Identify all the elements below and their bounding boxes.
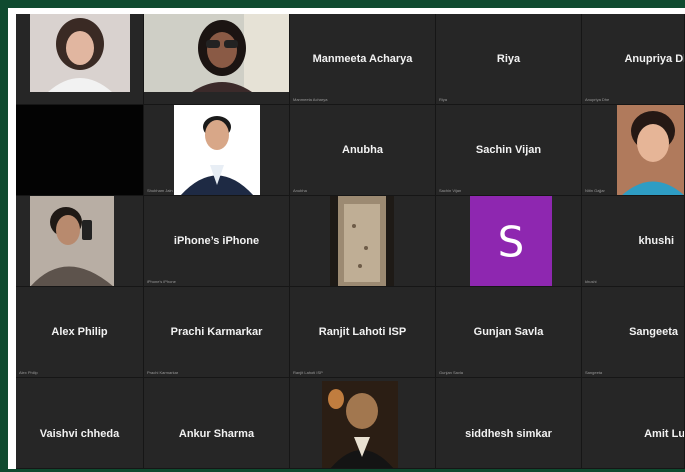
- participant-tag: Sachin Vijan: [439, 188, 462, 193]
- avatar-letter: S: [497, 217, 525, 266]
- participant-name: Sachin Vijan: [475, 144, 542, 156]
- participant-tile[interactable]: Ankur Sharma: [144, 378, 290, 469]
- participant-tile[interactable]: Nitin Gajjar: [582, 105, 685, 196]
- participant-name: Manmeeta Acharya: [312, 53, 413, 65]
- participant-tile[interactable]: Riya Riya: [436, 14, 582, 105]
- participant-name: siddhesh simkar: [465, 427, 552, 440]
- participant-name: Ankur Sharma: [178, 427, 255, 440]
- participant-tile[interactable]: Sachin Vijan Sachin Vijan: [436, 105, 582, 196]
- participant-tile[interactable]: Anubha Anubha: [290, 105, 436, 196]
- participant-tag: Nitin Gajjar: [585, 188, 605, 193]
- participant-tile[interactable]: [290, 196, 436, 287]
- participant-tag: Ranjit Lahoti ISP: [293, 370, 323, 375]
- participant-tile[interactable]: Ranjit Lahoti ISP Ranjit Lahoti ISP: [290, 287, 436, 378]
- participant-name: khushi: [638, 235, 674, 247]
- participant-tile[interactable]: Vaishvi chheda: [16, 378, 144, 469]
- participant-name: Vaishvi chheda: [39, 427, 120, 440]
- participant-name: iPhone’s iPhone: [173, 235, 260, 247]
- participant-tile[interactable]: Anupriya Dhe Anupriya Dhe: [582, 14, 685, 105]
- participant-tag: khushi: [585, 279, 597, 284]
- participant-name: Sangeeta: [629, 326, 678, 338]
- participant-tag: Riya: [439, 97, 448, 102]
- participant-tag: Gunjan Savla: [439, 370, 464, 375]
- participant-tile[interactable]: Alex Philip Alex Philip: [16, 287, 144, 378]
- participant-name: Riya: [496, 53, 521, 65]
- participant-tile[interactable]: Prachi Karmarkar Prachi Karmarkar: [144, 287, 290, 378]
- participant-name: Anupriya Dhe: [624, 53, 684, 65]
- participant-name: Anubha: [342, 144, 383, 156]
- participant-tag: Sangeeta: [585, 370, 603, 375]
- participant-tile[interactable]: [16, 14, 144, 105]
- participant-tile[interactable]: siddhesh simkar: [436, 378, 582, 469]
- participant-tile[interactable]: Manmeeta Acharya Manmeeta Acharya: [290, 14, 436, 105]
- participant-video: [617, 105, 684, 195]
- participant-tile[interactable]: Amit Luvan: [582, 378, 685, 469]
- participant-video: [322, 381, 398, 468]
- participant-tile[interactable]: Gunjan Savla Gunjan Savla: [436, 287, 582, 378]
- participant-video: [174, 105, 260, 195]
- participant-video: [30, 14, 130, 92]
- participant-tile[interactable]: iPhone’s iPhone iPhone’s iPhone: [144, 196, 290, 287]
- participant-tag: Anupriya Dhe: [585, 97, 610, 102]
- participant-tile[interactable]: Sangeeta Sangeeta: [582, 287, 685, 378]
- participant-tag: Anubha: [293, 188, 307, 193]
- participant-name: Gunjan Savla: [473, 326, 544, 338]
- participant-gallery: Manmeeta Acharya Manmeeta Acharya Riya R…: [16, 14, 685, 469]
- participant-name: Prachi Karmarkar: [170, 326, 263, 338]
- participant-tile[interactable]: [16, 105, 144, 196]
- participant-tile[interactable]: Shubham Jain: [144, 105, 290, 196]
- participant-tag: Shubham Jain: [147, 188, 173, 193]
- participant-video: [330, 196, 394, 286]
- participant-tag: Manmeeta Acharya: [293, 97, 328, 102]
- participant-tag: Alex Philip: [19, 370, 38, 375]
- participant-name: Alex Philip: [51, 326, 108, 338]
- participant-video: [144, 14, 289, 92]
- participant-tile[interactable]: khushi khushi: [582, 196, 685, 287]
- participant-name: Ranjit Lahoti ISP: [318, 326, 407, 338]
- participant-tile[interactable]: S: [436, 196, 582, 287]
- participant-tag: iPhone’s iPhone: [147, 279, 176, 284]
- participant-tag: Prachi Karmarkar: [147, 370, 179, 375]
- avatar: S: [470, 196, 552, 286]
- participant-name: Amit Luvan: [644, 427, 685, 440]
- participant-video: [30, 196, 114, 286]
- participant-tile[interactable]: [16, 196, 144, 287]
- participant-tile[interactable]: [290, 378, 436, 469]
- participant-tile[interactable]: [144, 14, 290, 105]
